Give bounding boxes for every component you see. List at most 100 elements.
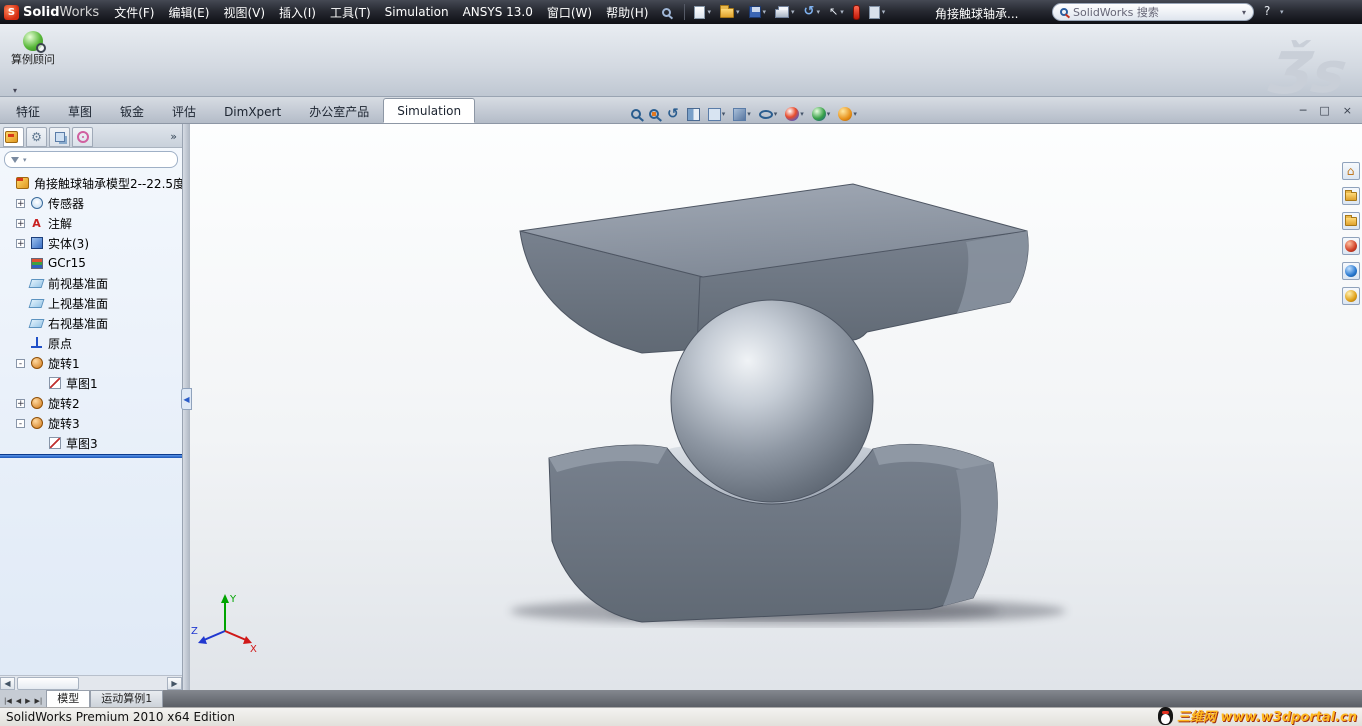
appearances-scenes-button[interactable] xyxy=(1341,262,1360,280)
view-settings-button[interactable]: ▾ xyxy=(837,104,858,124)
menu-tools[interactable]: 工具(T) xyxy=(323,0,378,24)
expander-icon[interactable] xyxy=(16,279,25,288)
zoom-to-area-button[interactable] xyxy=(648,104,660,124)
rebuild-indicator-button[interactable] xyxy=(850,2,863,22)
tab-featuremanager-design-tree[interactable] xyxy=(3,126,24,147)
expander-icon[interactable] xyxy=(34,379,43,388)
expander-icon[interactable]: + xyxy=(16,198,25,208)
menu-window[interactable]: 窗口(W) xyxy=(540,0,599,24)
tab-motion-study-1[interactable]: 运动算例1 xyxy=(90,690,164,707)
save-button[interactable]: ▾ xyxy=(746,2,770,22)
expander-icon[interactable] xyxy=(34,439,43,448)
tree-item-origin[interactable]: 原点 xyxy=(0,333,182,353)
menu-search-icon[interactable] xyxy=(655,0,678,24)
tab-dimxpertmanager[interactable] xyxy=(72,126,93,147)
next-tab-button[interactable]: ▶ xyxy=(24,697,31,705)
tree-item-right-plane[interactable]: 右视基准面 xyxy=(0,313,182,333)
tree-item-solid-bodies[interactable]: + 实体(3) xyxy=(0,233,182,253)
menu-edit[interactable]: 编辑(E) xyxy=(162,0,217,24)
zoom-to-fit-button[interactable] xyxy=(630,104,642,124)
tab-simulation[interactable]: Simulation xyxy=(383,98,476,123)
tree-item-top-plane[interactable]: 上视基准面 xyxy=(0,293,182,313)
tab-dimxpert[interactable]: DimXpert xyxy=(210,99,295,123)
restore-button[interactable]: □ xyxy=(1319,104,1329,117)
study-advisor-button[interactable]: 算例顾问 xyxy=(6,28,60,86)
tab-propertymanager[interactable]: ⚙ xyxy=(26,126,47,147)
undo-button[interactable]: ↺ ▾ xyxy=(801,2,823,22)
expander-icon[interactable]: - xyxy=(16,358,25,368)
tree-item-sensors[interactable]: + 传感器 xyxy=(0,193,182,213)
tree-item-annotations[interactable]: + 注解 xyxy=(0,213,182,233)
previous-view-button[interactable]: ↺ xyxy=(666,104,680,124)
view-palette-button[interactable] xyxy=(1341,237,1360,255)
expander-icon[interactable] xyxy=(16,339,25,348)
graphics-area[interactable]: Y Z X xyxy=(190,124,1362,690)
expander-icon[interactable] xyxy=(2,179,11,188)
rollback-bar[interactable] xyxy=(0,454,182,458)
solidworks-resources-button[interactable]: ⌂ xyxy=(1341,162,1360,180)
last-tab-button[interactable]: ▶| xyxy=(34,697,44,705)
tab-model[interactable]: 模型 xyxy=(46,690,91,707)
previous-tab-button[interactable]: ◀ xyxy=(15,697,22,705)
tree-item-front-plane[interactable]: 前视基准面 xyxy=(0,273,182,293)
menu-view[interactable]: 视图(V) xyxy=(216,0,272,24)
new-document-button[interactable]: ▾ xyxy=(691,2,714,22)
menu-insert[interactable]: 插入(I) xyxy=(272,0,323,24)
tab-office-products[interactable]: 办公室产品 xyxy=(295,99,383,123)
tree-filter-bar[interactable]: ▾ xyxy=(4,151,178,168)
select-button[interactable]: ↖ ▾ xyxy=(826,2,847,22)
menu-file[interactable]: 文件(F) xyxy=(107,0,161,24)
open-button[interactable]: ▾ xyxy=(717,2,743,22)
panel-collapse-button[interactable]: ◀ xyxy=(181,388,192,410)
panel-horizontal-scrollbar[interactable]: ◀ ▶ xyxy=(0,675,182,690)
bearing-model-view[interactable]: Y Z X xyxy=(190,124,1362,690)
hide-show-items-button[interactable]: ▾ xyxy=(758,104,779,124)
menu-ansys[interactable]: ANSYS 13.0 xyxy=(456,0,540,24)
first-tab-button[interactable]: |◀ xyxy=(3,697,13,705)
scroll-right-arrow-icon[interactable]: ▶ xyxy=(167,676,182,690)
expander-icon[interactable]: - xyxy=(16,418,25,428)
menu-help[interactable]: 帮助(H) xyxy=(599,0,655,24)
solidworks-search-box[interactable]: SolidWorks 搜索 ▾ xyxy=(1052,3,1254,21)
help-button[interactable]: ? xyxy=(1264,4,1270,18)
tree-item-sketch1[interactable]: 草图1 xyxy=(0,373,182,393)
display-style-button[interactable]: ▾ xyxy=(732,104,752,124)
tree-item-revolve2[interactable]: + 旋转2 xyxy=(0,393,182,413)
tab-configurationmanager[interactable] xyxy=(49,126,70,147)
tree-item-sketch3[interactable]: 草图3 xyxy=(0,433,182,453)
bearing-ball[interactable] xyxy=(670,299,874,503)
file-explorer-button[interactable] xyxy=(1341,212,1360,230)
expander-icon[interactable] xyxy=(16,319,25,328)
expander-icon[interactable] xyxy=(16,259,25,268)
tab-sheet-metal[interactable]: 钣金 xyxy=(106,99,158,123)
panel-overflow-chevron-icon[interactable]: » xyxy=(170,130,179,143)
custom-properties-button[interactable] xyxy=(1341,287,1360,305)
tab-evaluate[interactable]: 评估 xyxy=(158,99,210,123)
apply-scene-button[interactable]: ▾ xyxy=(811,104,832,124)
advisor-dropdown-caret-icon[interactable]: ▾ xyxy=(13,86,17,95)
close-button[interactable]: × xyxy=(1343,104,1352,117)
menu-simulation[interactable]: Simulation xyxy=(378,0,456,24)
print-button[interactable]: ▾ xyxy=(772,2,798,22)
design-library-button[interactable] xyxy=(1341,187,1360,205)
scrollbar-thumb[interactable] xyxy=(17,676,79,690)
expander-icon[interactable] xyxy=(16,299,25,308)
filter-caret-icon[interactable]: ▾ xyxy=(23,156,27,164)
tree-item-material[interactable]: GCr15 xyxy=(0,253,182,273)
tree-item-revolve3[interactable]: - 旋转3 xyxy=(0,413,182,433)
file-properties-button[interactable]: ▾ xyxy=(866,2,889,22)
view-orientation-button[interactable]: ▾ xyxy=(707,104,727,124)
edit-appearance-button[interactable]: ▾ xyxy=(784,104,805,124)
expander-icon[interactable]: + xyxy=(16,238,25,248)
scroll-left-arrow-icon[interactable]: ◀ xyxy=(0,676,15,690)
tree-item-revolve1[interactable]: - 旋转1 xyxy=(0,353,182,373)
expander-icon[interactable]: + xyxy=(16,218,25,228)
section-view-button[interactable] xyxy=(686,104,701,124)
minimize-button[interactable]: ─ xyxy=(1300,104,1307,117)
tab-sketch[interactable]: 草图 xyxy=(54,99,106,123)
tree-item-part-root[interactable]: 角接触球轴承模型2--22.5度 ( xyxy=(0,173,182,193)
help-dropdown-caret-icon[interactable]: ▾ xyxy=(1280,8,1284,16)
tab-features[interactable]: 特征 xyxy=(2,99,54,123)
search-dropdown-caret-icon[interactable]: ▾ xyxy=(1242,8,1246,17)
expander-icon[interactable]: + xyxy=(16,398,25,408)
